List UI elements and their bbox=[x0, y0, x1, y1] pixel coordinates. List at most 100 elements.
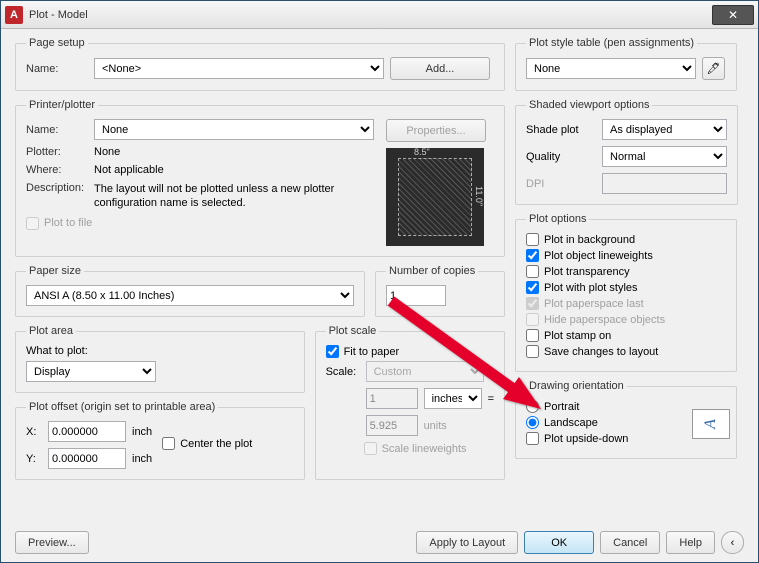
plot-offset-legend: Plot offset (origin set to printable are… bbox=[26, 401, 218, 413]
printer-legend: Printer/plotter bbox=[26, 99, 98, 111]
plot-styles-label: Plot with plot styles bbox=[544, 282, 638, 294]
paper-size-legend: Paper size bbox=[26, 265, 84, 277]
preview-width: 8.5" bbox=[414, 147, 430, 157]
plot-options-group: Plot options Plot in background Plot obj… bbox=[515, 213, 737, 372]
plot-transparency-label: Plot transparency bbox=[544, 266, 630, 278]
chevron-left-icon: ‹ bbox=[731, 537, 735, 549]
portrait-radio[interactable] bbox=[526, 400, 539, 413]
landscape-label: Landscape bbox=[544, 417, 598, 429]
plotter-label: Plotter: bbox=[26, 146, 88, 158]
where-label: Where: bbox=[26, 164, 88, 176]
copies-legend: Number of copies bbox=[386, 265, 478, 277]
offset-x-input[interactable] bbox=[48, 421, 126, 442]
dpi-label: DPI bbox=[526, 178, 596, 190]
plot-area-legend: Plot area bbox=[26, 325, 76, 337]
plot-lineweights-label: Plot object lineweights bbox=[544, 250, 653, 262]
collapse-button[interactable]: ‹ bbox=[721, 531, 744, 554]
orientation-icon: A bbox=[692, 409, 730, 439]
where-value: Not applicable bbox=[94, 164, 164, 176]
cancel-button[interactable]: Cancel bbox=[600, 531, 660, 554]
orientation-legend: Drawing orientation bbox=[526, 380, 627, 392]
landscape-radio[interactable] bbox=[526, 416, 539, 429]
pen-settings-button[interactable]: 🖊 bbox=[702, 57, 725, 80]
scale-lineweights-checkbox bbox=[364, 442, 377, 455]
orientation-group: Drawing orientation Portrait Landscape P… bbox=[515, 380, 737, 459]
add-button[interactable]: Add... bbox=[390, 57, 490, 80]
plot-styles-checkbox[interactable] bbox=[526, 281, 539, 294]
pen-icon: 🖊 bbox=[707, 62, 721, 75]
app-icon: A bbox=[5, 6, 23, 24]
plot-background-label: Plot in background bbox=[544, 234, 635, 246]
window-title: Plot - Model bbox=[29, 9, 712, 21]
scale-lineweights-label: Scale lineweights bbox=[382, 443, 467, 455]
printer-group: Printer/plotter Name: None Plotter: None… bbox=[15, 99, 505, 257]
apply-button[interactable]: Apply to Layout bbox=[416, 531, 518, 554]
portrait-label: Portrait bbox=[544, 401, 579, 413]
plot-stamp-label: Plot stamp on bbox=[544, 330, 611, 342]
scale-units-select[interactable]: inches bbox=[424, 388, 482, 409]
plot-lineweights-checkbox[interactable] bbox=[526, 249, 539, 262]
page-setup-name-label: Name: bbox=[26, 63, 88, 75]
offset-x-unit: inch bbox=[132, 426, 152, 438]
page-setup-group: Page setup Name: <None> Add... bbox=[15, 37, 505, 91]
offset-y-unit: inch bbox=[132, 453, 152, 465]
copies-input[interactable] bbox=[386, 285, 446, 306]
quality-label: Quality bbox=[526, 151, 596, 163]
save-changes-checkbox[interactable] bbox=[526, 345, 539, 358]
printer-name-label: Name: bbox=[26, 124, 88, 136]
hide-paperspace-label: Hide paperspace objects bbox=[544, 314, 665, 326]
plot-to-file-checkbox bbox=[26, 217, 39, 230]
plot-stamp-checkbox[interactable] bbox=[526, 329, 539, 342]
shade-plot-select[interactable]: As displayed bbox=[602, 119, 727, 140]
preview-height: 11.0" bbox=[474, 186, 484, 206]
paper-size-select[interactable]: ANSI A (8.50 x 11.00 Inches) bbox=[26, 285, 354, 306]
scale-numerator bbox=[366, 388, 418, 409]
plot-area-group: Plot area What to plot: Display bbox=[15, 325, 305, 393]
page-setup-name-select[interactable]: <None> bbox=[94, 58, 384, 79]
what-to-plot-select[interactable]: Display bbox=[26, 361, 156, 382]
plot-transparency-checkbox[interactable] bbox=[526, 265, 539, 278]
printer-name-select[interactable]: None bbox=[94, 119, 374, 140]
fit-to-paper-checkbox[interactable] bbox=[326, 345, 339, 358]
save-changes-label: Save changes to layout bbox=[544, 346, 658, 358]
copies-group: Number of copies bbox=[375, 265, 505, 317]
shaded-viewport-legend: Shaded viewport options bbox=[526, 99, 652, 111]
plot-offset-group: Plot offset (origin set to printable are… bbox=[15, 401, 305, 480]
ok-button[interactable]: OK bbox=[524, 531, 594, 554]
center-plot-checkbox[interactable] bbox=[162, 437, 175, 450]
equals-sign: = bbox=[488, 393, 494, 405]
close-button[interactable]: ✕ bbox=[712, 5, 754, 25]
titlebar: A Plot - Model ✕ bbox=[1, 1, 758, 29]
plot-to-file-label: Plot to file bbox=[44, 217, 92, 229]
scale-denominator bbox=[366, 415, 418, 436]
upside-down-checkbox[interactable] bbox=[526, 432, 539, 445]
style-table-group: Plot style table (pen assignments) None … bbox=[515, 37, 737, 91]
offset-y-label: Y: bbox=[26, 453, 42, 465]
help-button[interactable]: Help bbox=[666, 531, 715, 554]
plot-scale-legend: Plot scale bbox=[326, 325, 380, 337]
plotter-value: None bbox=[94, 146, 120, 158]
scale-label: Scale: bbox=[326, 366, 360, 378]
style-table-legend: Plot style table (pen assignments) bbox=[526, 37, 697, 49]
paper-preview: 8.5" 11.0" bbox=[386, 148, 484, 246]
properties-button: Properties... bbox=[386, 119, 486, 142]
paper-size-group: Paper size ANSI A (8.50 x 11.00 Inches) bbox=[15, 265, 365, 317]
plot-paperspace-checkbox bbox=[526, 297, 539, 310]
quality-select[interactable]: Normal bbox=[602, 146, 727, 167]
shade-plot-label: Shade plot bbox=[526, 124, 596, 136]
plot-scale-group: Plot scale Fit to paper Scale: Custom in… bbox=[315, 325, 505, 480]
center-plot-label: Center the plot bbox=[180, 438, 252, 450]
offset-y-input[interactable] bbox=[48, 448, 126, 469]
scale-select: Custom bbox=[366, 361, 484, 382]
dpi-input bbox=[602, 173, 727, 194]
upside-down-label: Plot upside-down bbox=[544, 433, 628, 445]
page-setup-legend: Page setup bbox=[26, 37, 88, 49]
desc-value: The layout will not be plotted unless a … bbox=[94, 182, 378, 211]
offset-x-label: X: bbox=[26, 426, 42, 438]
style-table-select[interactable]: None bbox=[526, 58, 696, 79]
shaded-viewport-group: Shaded viewport options Shade plot As di… bbox=[515, 99, 738, 205]
preview-button[interactable]: Preview... bbox=[15, 531, 89, 554]
plot-background-checkbox[interactable] bbox=[526, 233, 539, 246]
plot-options-legend: Plot options bbox=[526, 213, 589, 225]
desc-label: Description: bbox=[26, 182, 88, 194]
